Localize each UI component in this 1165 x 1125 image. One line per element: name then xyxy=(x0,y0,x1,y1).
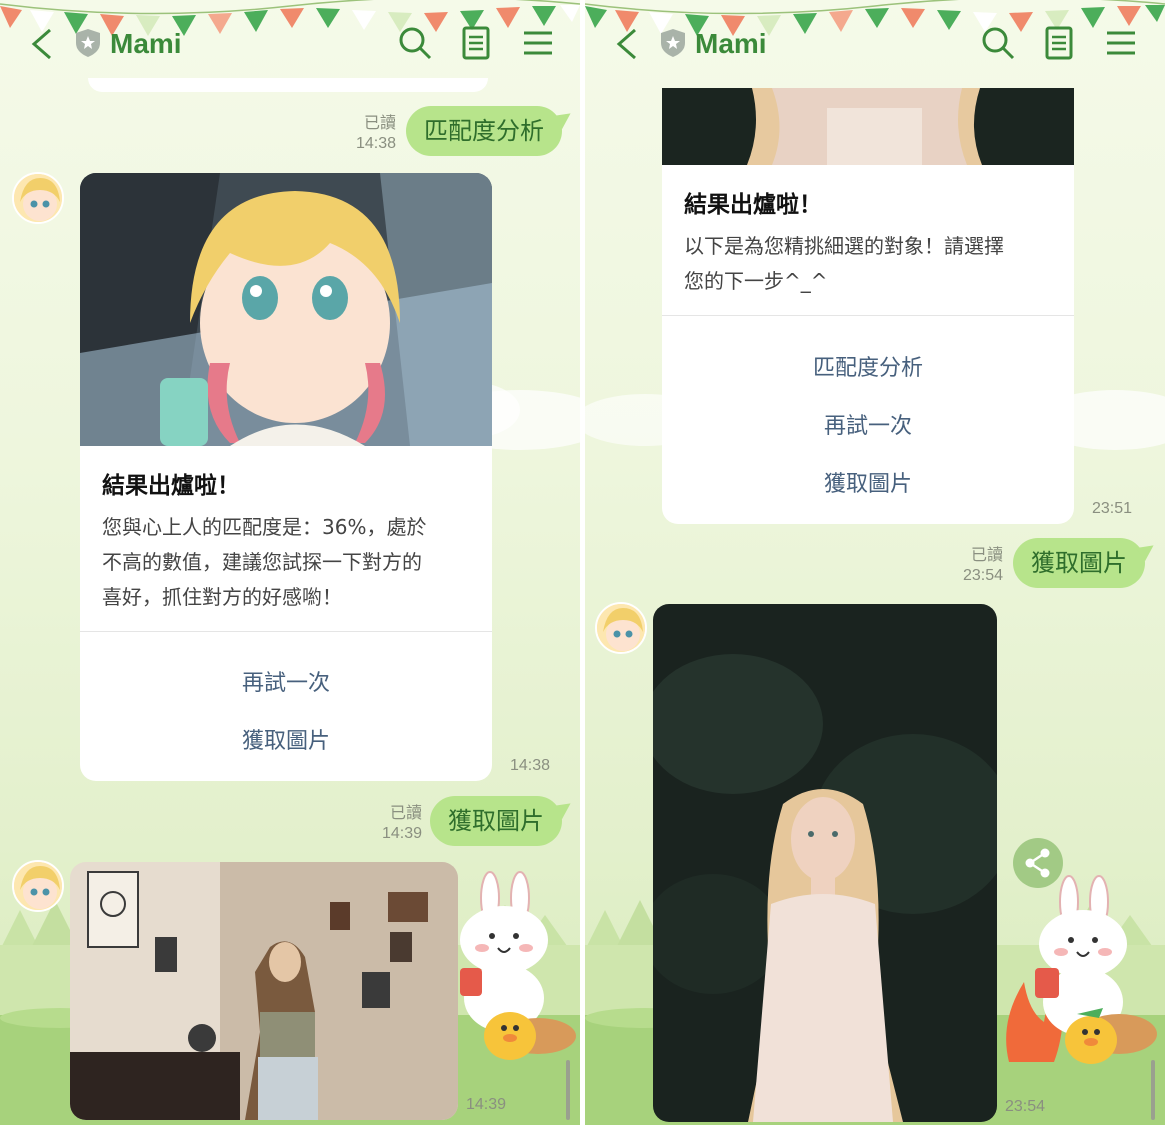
chat-title: Mami xyxy=(695,28,767,59)
message-time: 23:54 xyxy=(962,567,1003,584)
chat-header: Mami xyxy=(0,14,580,74)
shield-icon xyxy=(76,29,100,57)
anime-character-image[interactable] xyxy=(80,173,492,446)
action-try-again[interactable]: 再試一次 xyxy=(80,665,492,697)
sent-message-bubble[interactable]: 匹配度分析 xyxy=(406,106,562,156)
menu-icon[interactable] xyxy=(524,30,552,56)
read-status: 已讀 xyxy=(363,115,396,132)
message-meta: 已讀 14:39 xyxy=(366,804,422,844)
search-icon[interactable] xyxy=(981,26,1015,60)
message-time: 14:39 xyxy=(381,825,422,842)
action-get-image[interactable]: 獲取圖片 xyxy=(662,466,1074,498)
card-title: 結果出爐啦！ xyxy=(102,473,240,499)
card-body-line: 您的下一步^_^ xyxy=(684,269,828,293)
card-body: 以下是為您精挑細選的對象！請選擇 您的下一步^_^ xyxy=(684,229,1052,299)
card-divider xyxy=(662,315,1074,316)
message-time: 14:38 xyxy=(355,135,396,152)
card-body-line: 您與心上人的匹配度是：36%，處於 xyxy=(102,515,427,539)
card-body: 您與心上人的匹配度是：36%，處於 不高的數值，建議您試探一下對方的 喜好，抓住… xyxy=(102,510,470,615)
scrollbar[interactable] xyxy=(1151,1060,1155,1120)
bunny-campfire-sticker xyxy=(1006,875,1157,1064)
action-try-again[interactable]: 再試一次 xyxy=(662,408,1074,440)
card-time: 23:51 xyxy=(1092,500,1133,517)
back-icon[interactable] xyxy=(30,28,54,60)
back-icon[interactable] xyxy=(615,28,639,60)
card-content: 結果出爐啦！ 您與心上人的匹配度是：36%，處於 不高的數值，建議您試探一下對方… xyxy=(80,450,492,615)
sent-message-bubble[interactable]: 獲取圖片 xyxy=(1013,538,1145,588)
bot-avatar[interactable] xyxy=(12,860,64,912)
notes-icon[interactable] xyxy=(1045,26,1073,60)
result-card: 結果出爐啦！ 您與心上人的匹配度是：36%，處於 不高的數值，建議您試探一下對方… xyxy=(80,173,492,781)
card-title: 結果出爐啦！ xyxy=(684,192,822,218)
notes-icon[interactable] xyxy=(462,26,490,60)
chat-panel-left: Mami 已讀 14:38 匹配度分析 結果出爐啦！ 您與心上人的匹配度是：36… xyxy=(0,0,580,1125)
card-time: 14:38 xyxy=(510,757,551,774)
message-meta: 已讀 23:54 xyxy=(951,546,1003,586)
message-meta: 已讀 14:38 xyxy=(340,114,396,154)
room-photo[interactable] xyxy=(70,862,458,1120)
screen-root: Mami 已讀 14:38 匹配度分析 結果出爐啦！ 您與心上人的匹配度是：36… xyxy=(0,0,1165,1125)
card-body-line: 不高的數值，建議您試探一下對方的 xyxy=(102,550,422,574)
portrait-photo[interactable] xyxy=(653,604,997,1122)
card-body-line: 喜好，抓住對方的好感喲！ xyxy=(102,585,342,609)
result-card: 結果出爐啦！ 以下是為您精挑細選的對象！請選擇 您的下一步^_^ 匹配度分析 再… xyxy=(662,88,1074,524)
bot-avatar[interactable] xyxy=(595,602,647,654)
read-status: 已讀 xyxy=(970,547,1003,564)
menu-icon[interactable] xyxy=(1107,30,1135,56)
photo-time: 14:39 xyxy=(466,1096,507,1113)
photo-crop-image[interactable] xyxy=(662,88,1074,165)
action-get-image[interactable]: 獲取圖片 xyxy=(80,723,492,755)
card-divider xyxy=(80,631,492,632)
chat-header: Mami xyxy=(585,14,1165,74)
bunny-sticker xyxy=(460,871,576,1060)
photo-time: 23:54 xyxy=(1005,1098,1046,1115)
bot-avatar[interactable] xyxy=(12,172,64,224)
scrollbar[interactable] xyxy=(566,1060,570,1120)
chat-panel-right: Mami 結果出爐啦！ 以下是為您精挑細選的對象！請選擇 您的下一步^_^ 匹配… xyxy=(585,0,1165,1125)
read-status: 已讀 xyxy=(389,805,422,822)
action-match-analysis[interactable]: 匹配度分析 xyxy=(662,350,1074,382)
previous-card-edge xyxy=(88,78,488,92)
sent-message-bubble[interactable]: 獲取圖片 xyxy=(430,796,562,846)
card-body-line: 以下是為您精挑細選的對象！請選擇 xyxy=(684,234,1004,258)
card-content: 結果出爐啦！ 以下是為您精挑細選的對象！請選擇 您的下一步^_^ xyxy=(662,169,1074,299)
search-icon[interactable] xyxy=(398,26,432,60)
shield-icon xyxy=(661,29,685,57)
chat-title: Mami xyxy=(110,28,182,59)
